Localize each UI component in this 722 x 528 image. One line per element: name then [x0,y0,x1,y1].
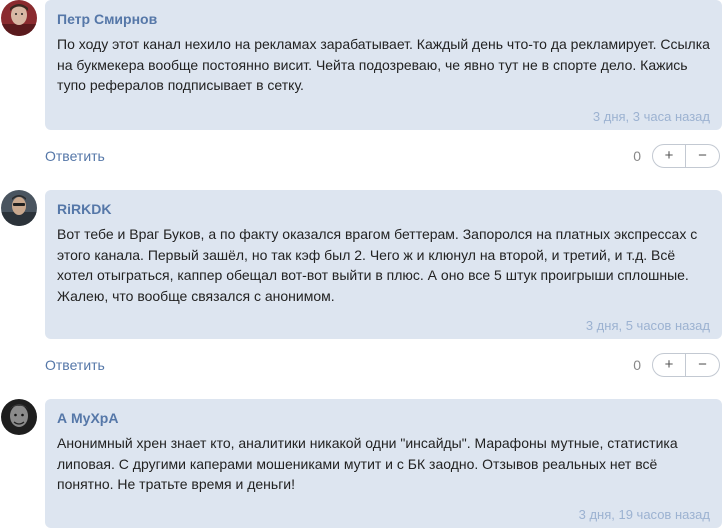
comment-author[interactable]: А МуХрА [57,410,118,426]
avatar[interactable] [1,0,37,36]
comment-text: По ходу этот канал нехило на рекламах за… [57,36,710,93]
vote-score: 0 [633,148,641,164]
comment-timestamp[interactable]: 3 дня, 3 часа назад [593,109,710,124]
comment-bubble: RiRKDK Вот тебе и Враг Буков, а по факту… [45,190,722,339]
upvote-button[interactable]: + [652,144,686,168]
comment-timestamp[interactable]: 3 дня, 5 часов назад [586,318,710,333]
reply-link[interactable]: Ответить [45,357,105,373]
comment-text: Вот тебе и Враг Буков, а по факту оказал… [57,226,698,304]
comment-bubble: Петр Смирнов По ходу этот канал нехило н… [45,0,722,130]
comment-actions: Ответить 0 + − [45,144,722,170]
downvote-button[interactable]: − [686,353,720,377]
comment-timestamp[interactable]: 3 дня, 19 часов назад [579,507,710,522]
vote-score: 0 [633,357,641,373]
comment-text: Анонимный хрен знает кто, аналитики ника… [57,435,678,492]
comment-author[interactable]: Петр Смирнов [57,11,157,27]
reply-link[interactable]: Ответить [45,148,105,164]
downvote-button[interactable]: − [686,144,720,168]
avatar[interactable] [1,399,37,435]
comment-bubble: А МуХрА Анонимный хрен знает кто, аналит… [45,399,722,528]
comment-actions: Ответить 0 + − [45,353,722,379]
comment-author[interactable]: RiRKDK [57,201,111,217]
avatar[interactable] [1,190,37,226]
upvote-button[interactable]: + [652,353,686,377]
